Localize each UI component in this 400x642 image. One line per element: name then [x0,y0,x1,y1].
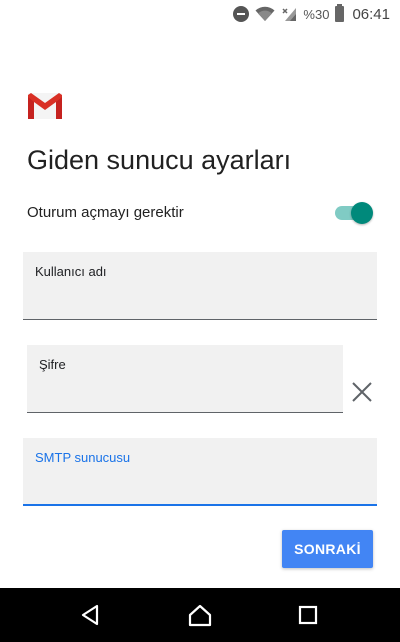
status-time: 06:41 [352,5,390,23]
back-icon[interactable] [78,602,104,628]
page-title: Giden sunucu ayarları [27,145,292,175]
password-field[interactable]: Şifre [27,345,343,413]
smtp-server-field[interactable]: SMTP sunucusu [23,438,377,506]
status-bar: %30 06:41 [0,0,400,28]
smtp-server-input[interactable] [35,476,365,498]
require-signin-label: Oturum açmayı gerektir [27,204,184,221]
password-label: Şifre [39,357,66,372]
navigation-bar [0,588,400,642]
require-signin-toggle[interactable] [335,202,373,224]
smtp-server-label: SMTP sunucusu [35,450,131,465]
username-field[interactable]: Kullanıcı adı [23,252,377,320]
username-input[interactable] [35,291,365,313]
signal-icon [281,6,297,22]
toggle-thumb [351,202,373,224]
username-label: Kullanıcı adı [35,264,107,279]
gmail-logo [28,93,62,119]
do-not-disturb-icon [233,6,250,22]
battery-icon [335,4,345,22]
wifi-icon [255,6,275,22]
password-input[interactable] [39,384,331,406]
status-icons: %30 06:41 [233,4,390,24]
next-button[interactable]: SONRAKİ [282,530,373,568]
battery-percent: %30 [303,6,330,22]
require-signin-row[interactable]: Oturum açmayı gerektir [27,198,373,228]
recents-icon[interactable] [295,602,321,628]
close-icon[interactable] [350,380,374,404]
home-icon[interactable] [187,602,213,628]
